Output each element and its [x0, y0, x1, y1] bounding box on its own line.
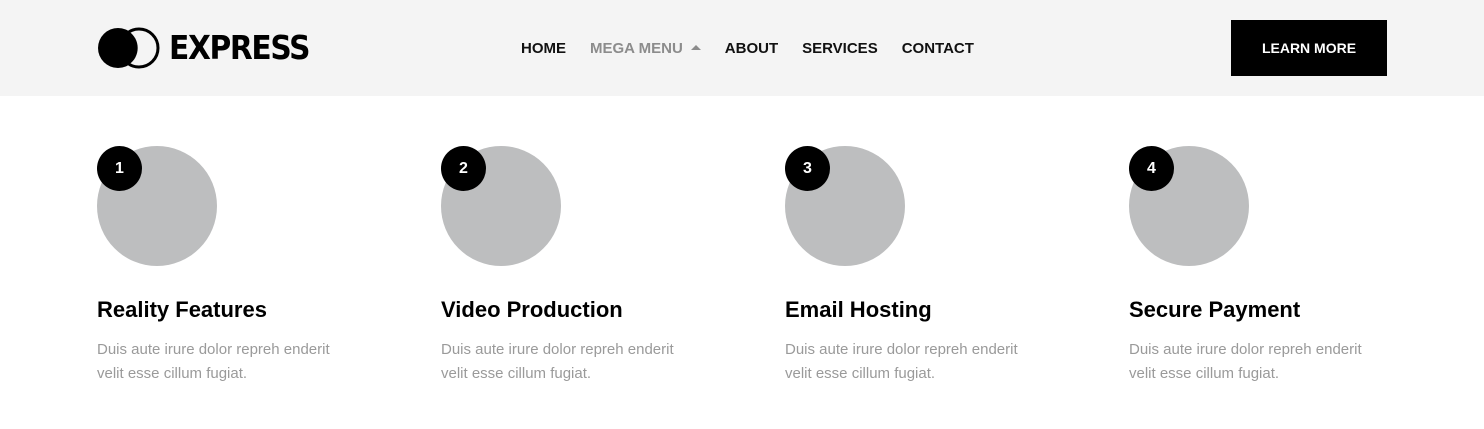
feature-media: 4 — [1129, 146, 1249, 266]
nav-item-home[interactable]: HOME — [521, 40, 566, 57]
nav-item-mega-menu[interactable]: MEGA MENU — [590, 40, 701, 57]
feature-title: Secure Payment — [1129, 297, 1301, 322]
feature-card: 2 Video Production Duis aute irure dolor… — [441, 146, 731, 382]
feature-title: Video Production — [441, 297, 623, 322]
feature-number-badge: 2 — [441, 146, 486, 191]
feature-card: 4 Secure Payment Duis aute irure dolor r… — [1129, 146, 1419, 382]
feature-number-badge: 3 — [785, 146, 830, 191]
logo-text: EXPRESS — [169, 28, 310, 67]
feature-media: 1 — [97, 146, 217, 266]
feature-description: Duis aute irure dolor repreh enderit vel… — [1129, 341, 1362, 382]
feature-title: Reality Features — [97, 297, 267, 322]
feature-media: 3 — [785, 146, 905, 266]
learn-more-button[interactable]: LEARN MORE — [1231, 20, 1387, 76]
nav-item-contact[interactable]: CONTACT — [902, 40, 974, 57]
nav-item-about[interactable]: ABOUT — [725, 40, 778, 57]
nav-item-label: MEGA MENU — [590, 39, 683, 57]
feature-number-badge: 1 — [97, 146, 142, 191]
site-logo[interactable]: EXPRESS — [97, 27, 325, 69]
caret-up-icon — [690, 44, 701, 50]
overlapping-circles-logo-icon — [98, 27, 160, 69]
feature-title: Email Hosting — [785, 297, 932, 322]
feature-description: Duis aute irure dolor repreh enderit vel… — [97, 341, 330, 382]
feature-description: Duis aute irure dolor repreh enderit vel… — [785, 341, 1018, 382]
main-nav: HOME MEGA MENU ABOUT SERVICES CONTACT — [521, 38, 974, 58]
feature-card: 1 Reality Features Duis aute irure dolor… — [97, 146, 387, 382]
site-header: EXPRESS HOME MEGA MENU ABOUT SERVICES CO… — [0, 0, 1484, 96]
feature-media: 2 — [441, 146, 561, 266]
nav-item-services[interactable]: SERVICES — [802, 40, 878, 57]
feature-number-badge: 4 — [1129, 146, 1174, 191]
feature-description: Duis aute irure dolor repreh enderit vel… — [441, 341, 674, 382]
feature-card: 3 Email Hosting Duis aute irure dolor re… — [785, 146, 1075, 382]
